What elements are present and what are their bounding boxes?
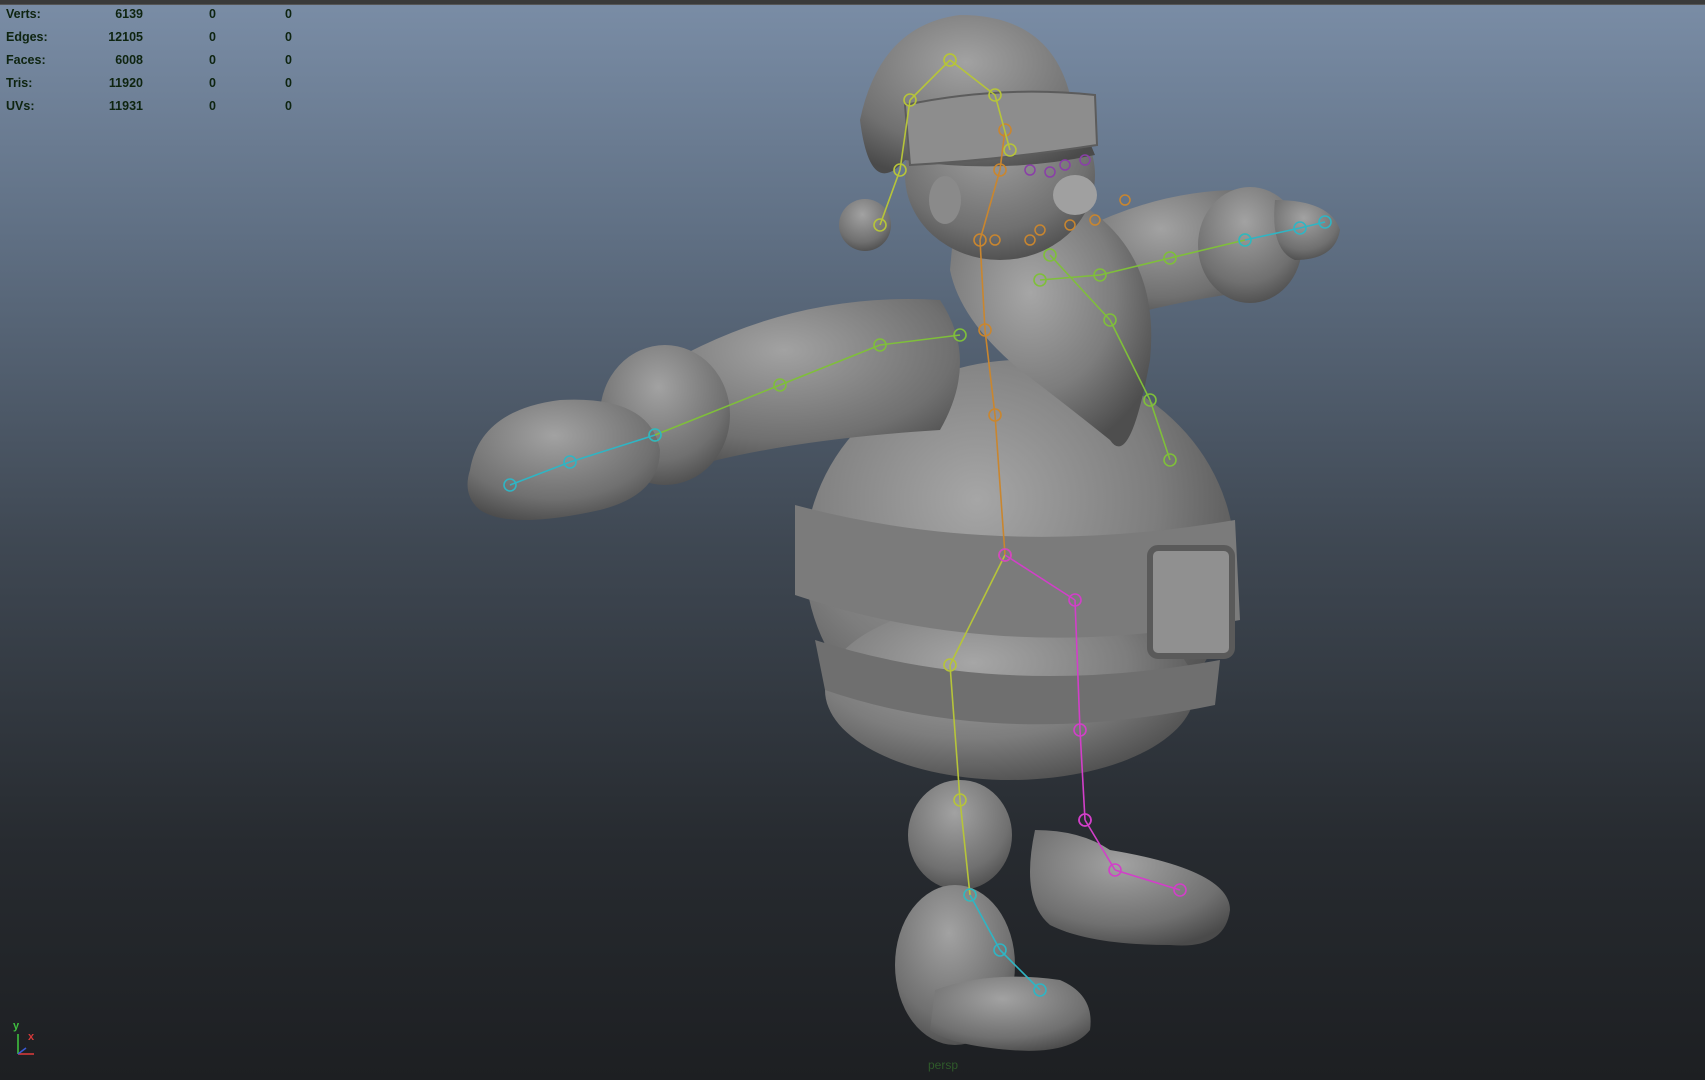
hat-pompom-mesh	[839, 199, 891, 251]
nose-mesh	[1053, 175, 1097, 215]
bone[interactable]	[879, 169, 901, 226]
axis-y-label: y	[13, 1020, 20, 1032]
camera-label: persp	[928, 1058, 959, 1072]
belt-buckle-mesh	[1147, 545, 1235, 659]
axis-x-label: x	[28, 1031, 35, 1043]
view-axis-indicator: y x	[10, 1020, 40, 1060]
ear-mesh	[929, 176, 961, 224]
left-boot-toe-mesh	[930, 976, 1091, 1051]
santa-mesh	[467, 15, 1340, 1051]
right-glove-mesh	[1274, 200, 1340, 260]
right-boot-mesh	[1030, 830, 1230, 946]
rigged-santa-model[interactable]	[0, 0, 1705, 1080]
face-joint[interactable]	[1119, 194, 1131, 206]
